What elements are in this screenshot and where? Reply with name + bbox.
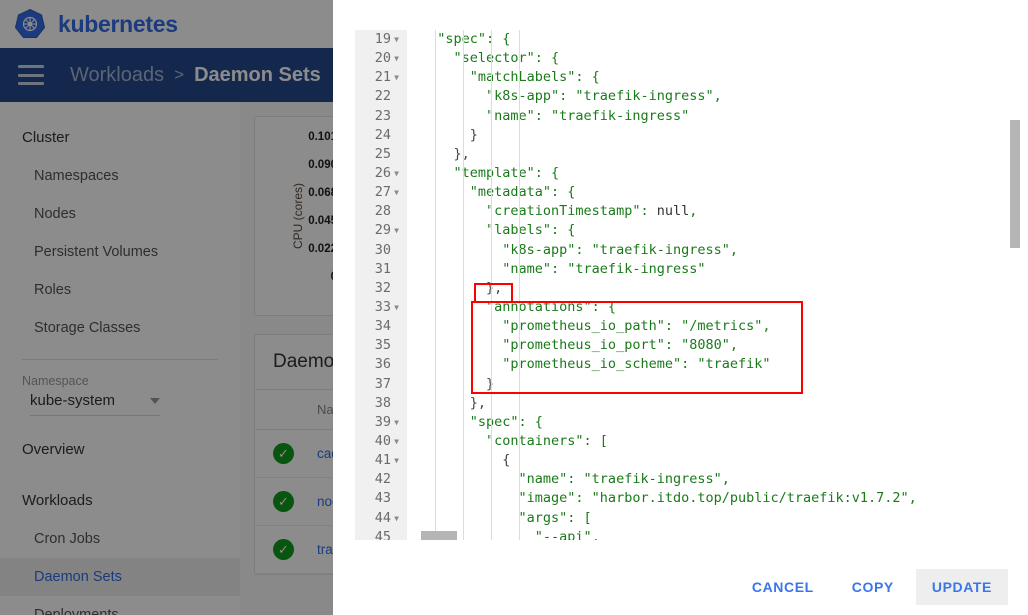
- code-line: "prometheus_io_port": "8080",: [421, 337, 738, 354]
- code-line: },: [421, 145, 470, 162]
- code-line: "image": "harbor.itdo.top/public/traefik…: [421, 490, 917, 507]
- code-line: "labels": {: [421, 222, 576, 239]
- line-number: 32▼: [374, 279, 391, 296]
- fold-triangle-icon[interactable]: ▼: [391, 432, 402, 451]
- fold-triangle-icon[interactable]: ▼: [391, 164, 402, 183]
- fold-triangle-icon[interactable]: ▼: [391, 298, 402, 317]
- code-line: "matchLabels": {: [421, 69, 600, 86]
- update-button[interactable]: UPDATE: [915, 568, 1008, 605]
- fold-triangle-icon[interactable]: ▼: [391, 221, 402, 240]
- json-editor-area: 19▼20▼21▼22▼ 23▼ 24▼ 25▼ 26▼27▼28▼29▼30▼ 31▼ 3…: [333, 0, 1028, 558]
- code-line: },: [421, 279, 503, 296]
- line-number: 43▼: [374, 490, 391, 507]
- cancel-button[interactable]: CANCEL: [736, 569, 830, 605]
- fold-triangle-icon[interactable]: ▼: [391, 509, 402, 528]
- line-number: 38▼: [374, 394, 391, 411]
- code-line: }: [421, 126, 478, 143]
- editor-gutter[interactable]: 19▼20▼21▼22▼ 23▼ 24▼ 25▼ 26▼27▼28▼29▼30▼ 31▼ 3…: [355, 30, 407, 540]
- line-number: 26 ▼: [355, 164, 407, 183]
- code-line: "name": "traefik-ingress",: [421, 471, 730, 488]
- editor-horizontal-scrollbar[interactable]: [407, 531, 1006, 540]
- code-line: "name": "traefik-ingress": [421, 107, 690, 124]
- screen-root: kubernetes Workloads > Daemon Sets Clust…: [0, 0, 1028, 615]
- indent-guide: [463, 30, 464, 540]
- line-number: 42▼: [374, 471, 391, 488]
- code-line: "k8s-app": "traefik-ingress",: [421, 88, 722, 105]
- fold-triangle-icon[interactable]: ▼: [391, 49, 402, 68]
- line-number: 44 ▼: [355, 509, 407, 528]
- line-number: 36▼: [374, 356, 391, 373]
- code-line: "prometheus_io_path": "/metrics",: [421, 318, 771, 335]
- editor-horizontal-scroll-thumb[interactable]: [421, 531, 457, 540]
- fold-triangle-icon[interactable]: ▼: [391, 183, 402, 202]
- code-line: "spec": {: [421, 31, 511, 47]
- line-number: 33 ▼: [355, 298, 407, 317]
- line-number: 21 ▼: [355, 68, 407, 87]
- copy-button[interactable]: COPY: [836, 569, 910, 605]
- line-number: 40 ▼: [355, 432, 407, 451]
- line-number: 25▼: [374, 145, 391, 162]
- code-line: "containers": [: [421, 432, 608, 449]
- editor-code[interactable]: "spec": { "selector": { "matchLabels": {…: [407, 30, 1006, 540]
- line-number: 37▼: [374, 375, 391, 392]
- fold-triangle-icon[interactable]: ▼: [391, 413, 402, 432]
- line-number: 34▼: [374, 318, 391, 335]
- fold-triangle-icon[interactable]: ▼: [391, 68, 402, 87]
- fold-triangle-icon[interactable]: ▼: [391, 451, 402, 470]
- code-line: }: [421, 375, 495, 392]
- line-number: 23▼: [374, 107, 391, 124]
- code-line: "creationTimestamp": null,: [421, 203, 698, 220]
- line-number: 24▼: [374, 126, 391, 143]
- code-line: "selector": {: [453, 50, 560, 67]
- editor-vertical-scroll-thumb[interactable]: [1010, 120, 1020, 248]
- code-line: "template": {: [453, 164, 560, 181]
- indent-guide: [491, 30, 492, 540]
- json-editor[interactable]: 19▼20▼21▼22▼ 23▼ 24▼ 25▼ 26▼27▼28▼29▼30▼ 31▼ 3…: [355, 30, 1006, 540]
- line-number: 29 ▼: [355, 221, 407, 240]
- code-line: "metadata": {: [421, 184, 576, 201]
- line-number: 22▼: [374, 88, 391, 105]
- fold-triangle-icon[interactable]: ▼: [391, 30, 402, 49]
- line-number: 31▼: [374, 260, 391, 277]
- code-line: "prometheus_io_scheme": "traefik": [421, 356, 771, 373]
- line-number: 28▼: [374, 203, 391, 220]
- line-number: 41 ▼: [355, 451, 407, 470]
- line-number: 30▼: [374, 241, 391, 258]
- line-number: 27 ▼: [355, 183, 407, 202]
- code-line: "name": "traefik-ingress": [421, 260, 706, 277]
- code-line: "k8s-app": "traefik-ingress",: [421, 241, 738, 258]
- line-number: 39 ▼: [355, 413, 407, 432]
- code-line: },: [421, 394, 487, 411]
- line-number: 35▼: [374, 337, 391, 354]
- indent-guide: [519, 30, 520, 540]
- edit-resource-dialog: 19▼20▼21▼22▼ 23▼ 24▼ 25▼ 26▼27▼28▼29▼30▼ 31▼ 3…: [333, 0, 1028, 615]
- line-number: 20 ▼: [355, 49, 407, 68]
- code-line: "spec": {: [421, 413, 543, 430]
- indent-guide: [435, 30, 436, 540]
- code-line: {: [421, 452, 511, 469]
- line-number: 45▼: [374, 528, 391, 540]
- editor-vertical-scrollbar[interactable]: [1010, 30, 1020, 540]
- line-number: 19 ▼: [355, 30, 407, 49]
- code-line: "annotations": {: [486, 298, 617, 315]
- dialog-action-bar: CANCEL COPY UPDATE: [333, 558, 1028, 615]
- code-line: "args": [: [421, 509, 592, 526]
